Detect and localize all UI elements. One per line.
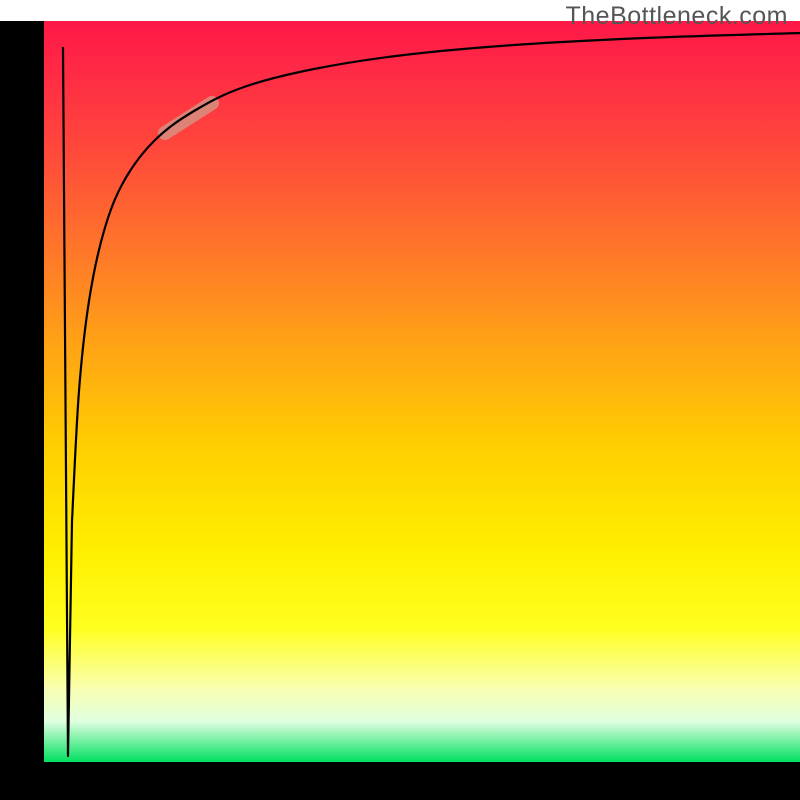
- watermark-text: TheBottleneck.com: [566, 2, 789, 31]
- plot-area: [44, 21, 800, 762]
- chart-svg: [44, 21, 800, 762]
- curve-path: [63, 33, 800, 756]
- plot-frame: [0, 21, 800, 800]
- curve-highlight: [165, 103, 212, 133]
